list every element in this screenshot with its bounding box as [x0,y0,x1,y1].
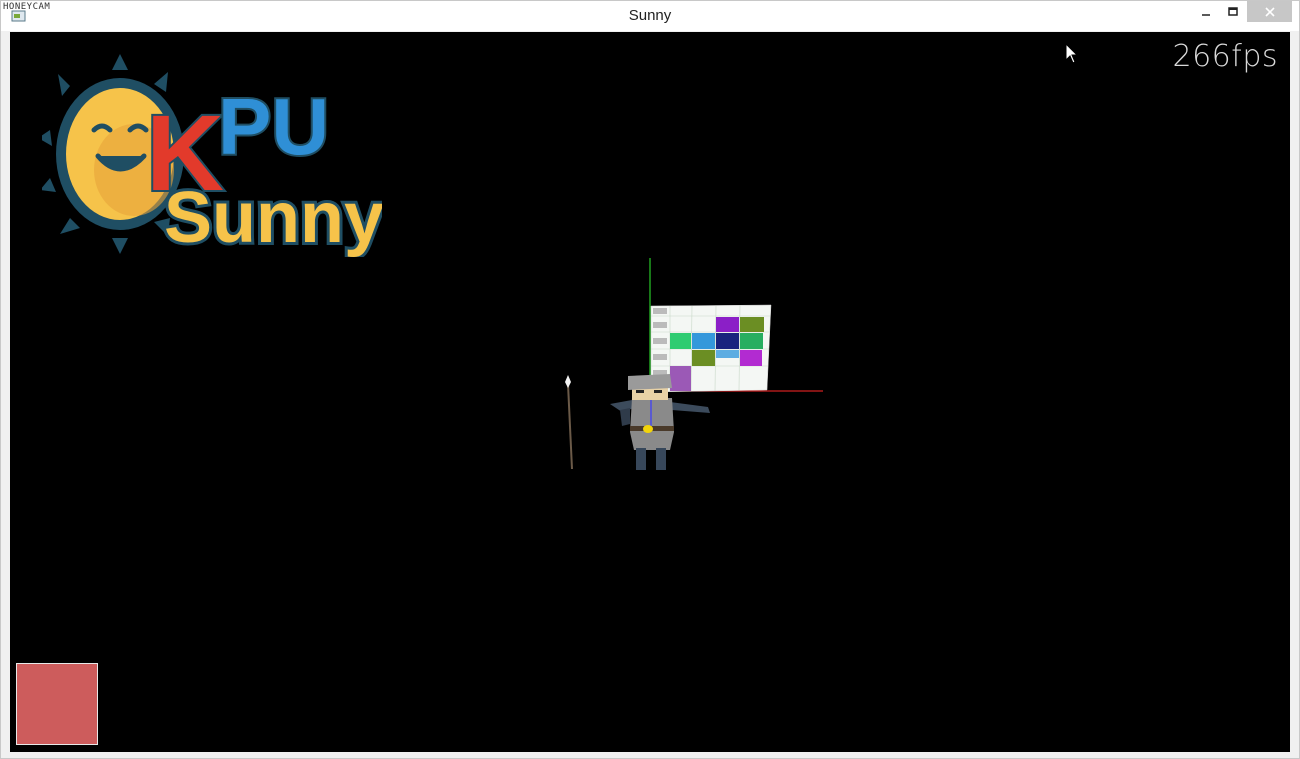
close-icon [1264,6,1275,17]
timetable-cell [670,333,691,349]
maximize-button[interactable] [1220,1,1246,22]
game-scene [565,258,823,470]
timetable-cell [670,366,691,391]
close-button[interactable] [1247,1,1292,22]
timetable-cell [692,333,715,349]
timetable-cell [716,350,739,358]
window-title: Sunny [628,7,672,24]
spear-item [565,375,573,470]
timetable-cell [740,333,763,349]
title-bar[interactable]: HONEYCAM Sunny [1,1,1299,31]
timetable-cell [692,350,715,366]
timetable-cell [716,317,739,332]
minimize-icon [1202,13,1210,16]
status-indicator-box [16,663,98,745]
timetable-cell [740,350,762,366]
game-window: HONEYCAM Sunny K PU Sunny 266fps [0,0,1300,759]
timetable-cell [716,333,739,349]
timetable-cell [740,317,764,332]
game-viewport[interactable]: K PU Sunny 266fps [10,32,1290,752]
minimize-button[interactable] [1193,1,1219,22]
maximize-icon [1228,6,1238,16]
